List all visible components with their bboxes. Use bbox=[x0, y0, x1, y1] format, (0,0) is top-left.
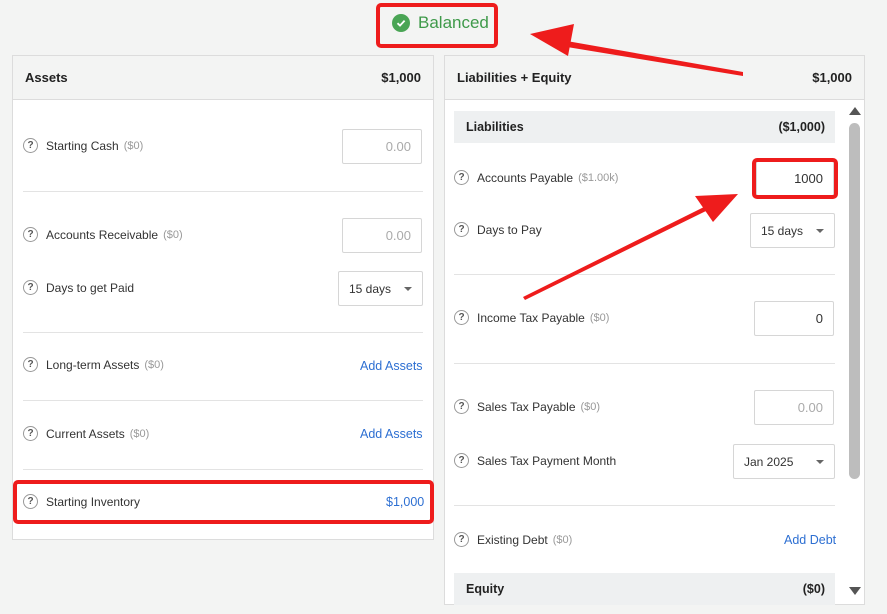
sales-tax-payment-month-select[interactable]: Jan 2025 bbox=[733, 444, 835, 479]
starting-inventory-highlight-box bbox=[13, 480, 434, 524]
income-tax-payable-hint: ($0) bbox=[589, 311, 610, 324]
days-to-pay-label: Days to Pay bbox=[477, 222, 542, 237]
balanced-highlight-box bbox=[376, 3, 498, 48]
accounts-receivable-label: Accounts Receivable bbox=[46, 227, 159, 242]
sales-tax-payable-label: Sales Tax Payable bbox=[477, 399, 576, 414]
starting-cash-row: ? Starting Cash ($0) bbox=[23, 138, 143, 153]
accounts-receivable-hint: ($0) bbox=[163, 228, 183, 241]
help-icon[interactable]: ? bbox=[454, 310, 469, 325]
help-icon[interactable]: ? bbox=[454, 453, 469, 468]
divider bbox=[23, 191, 423, 192]
accounts-receivable-row: ? Accounts Receivable ($0) bbox=[23, 227, 183, 242]
days-to-get-paid-row: ? Days to get Paid bbox=[23, 280, 134, 295]
liabilities-subheader: Liabilities ($1,000) bbox=[454, 111, 835, 143]
liabilities-title: Liabilities bbox=[466, 120, 524, 134]
help-icon[interactable]: ? bbox=[454, 399, 469, 414]
scrollbar-thumb[interactable] bbox=[849, 123, 860, 479]
existing-debt-row: ? Existing Debt ($0) bbox=[454, 532, 572, 547]
accounts-receivable-input[interactable] bbox=[342, 218, 422, 253]
long-term-assets-row: ? Long-term Assets ($0) bbox=[23, 357, 164, 372]
days-to-pay-select[interactable]: 15 days bbox=[750, 213, 835, 248]
sales-tax-payable-input[interactable] bbox=[754, 390, 834, 425]
divider bbox=[23, 332, 423, 333]
help-icon[interactable]: ? bbox=[454, 170, 469, 185]
add-long-term-assets-link[interactable]: Add Assets bbox=[360, 359, 423, 373]
chevron-down-icon bbox=[404, 286, 412, 291]
divider bbox=[454, 274, 835, 275]
help-icon[interactable]: ? bbox=[23, 357, 38, 372]
equity-total: ($0) bbox=[802, 582, 825, 596]
accounts-payable-label: Accounts Payable bbox=[477, 170, 574, 185]
chevron-down-icon bbox=[816, 228, 824, 233]
divider bbox=[454, 363, 835, 364]
days-to-pay-row: ? Days to Pay bbox=[454, 222, 542, 237]
starting-cash-input[interactable] bbox=[342, 129, 422, 164]
add-debt-link[interactable]: Add Debt bbox=[784, 533, 836, 547]
liabilities-equity-total: $1,000 bbox=[812, 70, 852, 85]
income-tax-payable-label: Income Tax Payable bbox=[477, 310, 585, 325]
days-to-get-paid-label: Days to get Paid bbox=[46, 280, 135, 295]
help-icon[interactable]: ? bbox=[454, 222, 469, 237]
sales-tax-payable-hint: ($0) bbox=[580, 400, 601, 413]
long-term-assets-hint: ($0) bbox=[144, 358, 164, 371]
current-assets-hint: ($0) bbox=[129, 427, 150, 440]
equity-subheader: Equity ($0) bbox=[454, 573, 835, 605]
income-tax-payable-row: ? Income Tax Payable ($0) bbox=[454, 310, 609, 325]
sales-tax-payment-month-row: ? Sales Tax Payment Month bbox=[454, 453, 616, 468]
accounts-payable-row: ? Accounts Payable ($1.00k) bbox=[454, 170, 618, 185]
starting-cash-label: Starting Cash bbox=[46, 138, 119, 153]
accounts-payable-highlight-box bbox=[752, 158, 838, 199]
days-to-get-paid-select[interactable]: 15 days bbox=[338, 271, 423, 306]
sales-tax-payable-row: ? Sales Tax Payable ($0) bbox=[454, 399, 600, 414]
long-term-assets-label: Long-term Assets bbox=[46, 357, 140, 372]
assets-header: Assets $1,000 bbox=[13, 56, 433, 100]
help-icon[interactable]: ? bbox=[23, 138, 38, 153]
income-tax-payable-input[interactable] bbox=[754, 301, 834, 336]
divider bbox=[454, 505, 835, 506]
liabilities-equity-header: Liabilities + Equity $1,000 bbox=[445, 56, 864, 100]
assets-title: Assets bbox=[25, 70, 68, 85]
equity-title: Equity bbox=[466, 582, 505, 596]
help-icon[interactable]: ? bbox=[454, 532, 469, 547]
sales-tax-payment-month-value: Jan 2025 bbox=[744, 454, 794, 469]
help-icon[interactable]: ? bbox=[23, 426, 38, 441]
scroll-up-icon[interactable] bbox=[849, 107, 861, 115]
accounts-payable-hint: ($1.00k) bbox=[578, 171, 619, 184]
divider bbox=[23, 469, 423, 470]
liabilities-equity-title: Liabilities + Equity bbox=[457, 70, 572, 85]
starting-cash-hint: ($0) bbox=[123, 139, 144, 152]
days-to-get-paid-value: 15 days bbox=[349, 281, 392, 296]
help-icon[interactable]: ? bbox=[23, 280, 38, 295]
scroll-down-icon[interactable] bbox=[849, 587, 861, 595]
add-current-assets-link[interactable]: Add Assets bbox=[360, 427, 423, 441]
sales-tax-payment-month-label: Sales Tax Payment Month bbox=[477, 453, 617, 468]
current-assets-row: ? Current Assets ($0) bbox=[23, 426, 149, 441]
current-assets-label: Current Assets bbox=[46, 426, 125, 441]
chevron-down-icon bbox=[816, 459, 824, 464]
existing-debt-hint: ($0) bbox=[552, 533, 573, 546]
help-icon[interactable]: ? bbox=[23, 227, 38, 242]
divider bbox=[23, 400, 423, 401]
liabilities-total: ($1,000) bbox=[778, 120, 825, 134]
assets-total: $1,000 bbox=[381, 70, 421, 85]
existing-debt-label: Existing Debt bbox=[477, 532, 548, 547]
days-to-pay-value: 15 days bbox=[761, 223, 804, 238]
